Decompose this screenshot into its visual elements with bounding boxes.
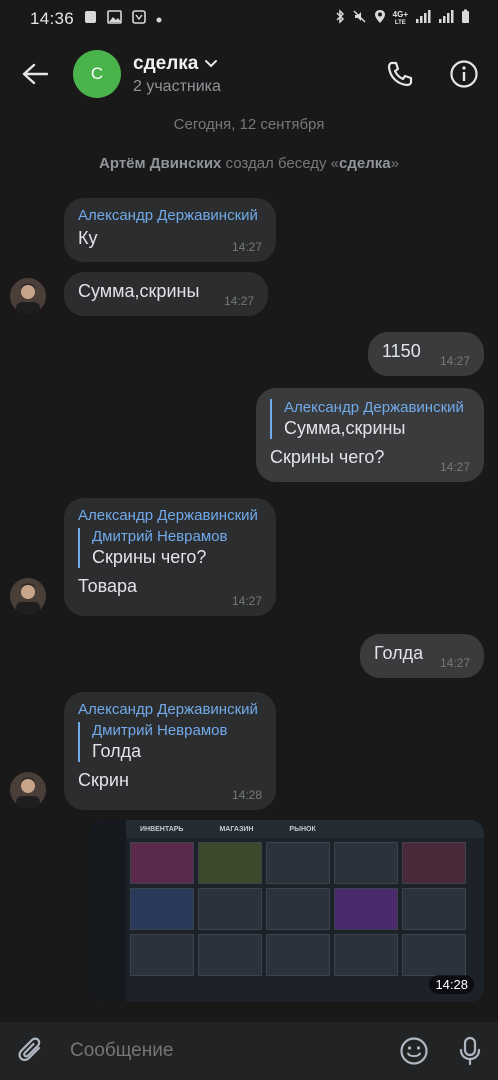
message-bubble-outgoing[interactable]: Голда 14:27 [360,634,484,678]
location-icon [374,9,386,29]
message-sender[interactable]: Александр Державинский [78,207,262,224]
service-message: Артём Двинских создал беседу «сделка» [99,155,399,172]
network-type-icon: 4G+ LTE [392,10,408,27]
back-button[interactable] [0,38,70,110]
reply-text: Скрины чего? [92,547,207,567]
mute-icon [352,9,367,29]
status-time: 14:36 [30,9,75,28]
message-bubble[interactable]: Александр Державинский Дмитрий Неврамов … [64,498,276,616]
signal-2-icon [438,9,454,29]
message-sender[interactable]: Александр Державинский [78,701,262,718]
back-arrow-icon [22,63,48,85]
message-time: 14:27 [223,294,254,308]
more-notifications-icon [156,10,162,28]
inventory-item [198,842,262,884]
inventory-item [402,934,466,976]
avatar[interactable] [10,772,46,808]
signal-icon [415,9,431,29]
emoji-icon [400,1037,428,1065]
inventory-item [334,934,398,976]
notification-icon [84,10,97,29]
voice-message-button[interactable] [442,1022,498,1080]
chat-header: С сделка 2 участника [0,38,498,110]
chat-subtitle: 2 участника [133,77,221,95]
inventory-item [198,934,262,976]
message-bubble-outgoing[interactable]: Александр Державинский Сумма,скрины Скри… [256,388,484,482]
date-separator: Сегодня, 12 сентября [173,116,325,133]
reply-author: Дмитрий Неврамов [92,722,228,739]
reply-author: Дмитрий Неврамов [92,528,228,545]
game-tab-market: РЫНОК [289,825,316,833]
game-tab-shop: МАГАЗИН [219,825,254,833]
inventory-item [334,842,398,884]
message-bubble[interactable]: Александр Державинский Дмитрий Неврамов … [64,692,276,810]
image-time: 14:28 [429,975,474,994]
message-input[interactable] [64,1040,386,1062]
reply-author: Александр Державинский [284,399,464,416]
microphone-icon [459,1036,481,1066]
reply-text: Голда [92,741,142,761]
inventory-item [130,842,194,884]
inventory-item [334,888,398,930]
message-input-bar [0,1022,498,1080]
bluetooth-icon [335,9,345,29]
status-bar: 14:36 4G+ LTE [0,0,498,38]
inventory-item [266,934,330,976]
inventory-item [402,888,466,930]
message-time: 14:27 [439,460,470,474]
service-chat-name: сделка [339,155,391,172]
paperclip-icon [18,1037,41,1062]
reply-quote[interactable]: Дмитрий Неврамов Голда [78,722,262,762]
inventory-item [266,842,330,884]
chat-info-button[interactable] [432,42,496,106]
message-time: 14:28 [231,788,262,802]
game-sidebar [90,820,126,1002]
gallery-icon [107,9,122,29]
chat-title: сделка [133,52,199,74]
message-time: 14:27 [439,354,470,368]
message-bubble[interactable]: Сумма,скрины 14:27 [64,272,268,316]
reply-quote[interactable]: Александр Державинский Сумма,скрины [270,399,470,439]
call-button[interactable] [368,42,432,106]
inventory-item [130,934,194,976]
reply-text: Сумма,скрины [284,418,406,438]
game-tab-bar: ИНВЕНТАРЬ МАГАЗИН РЫНОК [126,820,484,838]
avatar[interactable] [10,278,46,314]
info-icon [450,60,478,88]
image-attachment[interactable]: ИНВЕНТАРЬ МАГАЗИН РЫНОК 14:28 [90,820,484,1002]
attach-button[interactable] [0,1022,64,1080]
inventory-item [402,842,466,884]
inventory-item [130,888,194,930]
message-sender[interactable]: Александр Державинский [78,507,262,524]
message-time: 14:27 [231,594,262,608]
inventory-item [266,888,330,930]
reply-quote[interactable]: Дмитрий Неврамов Скрины чего? [78,528,262,568]
chat-avatar[interactable]: С [73,50,121,98]
message-time: 14:27 [439,656,470,670]
message-bubble[interactable]: Александр Державинский Ку 14:27 [64,198,276,262]
chevron-down-icon [205,59,218,67]
message-bubble-outgoing[interactable]: 1150 14:27 [368,332,484,376]
vk-notification-icon [132,9,146,29]
inventory-item [198,888,262,930]
battery-icon [461,9,470,29]
chat-info[interactable]: сделка 2 участника [133,53,368,96]
phone-icon [387,61,413,87]
avatar[interactable] [10,578,46,614]
game-tab-inventory: ИНВЕНТАРЬ [140,825,184,833]
emoji-button[interactable] [386,1022,442,1080]
message-time: 14:27 [231,240,262,254]
service-author: Артём Двинских [99,155,222,172]
